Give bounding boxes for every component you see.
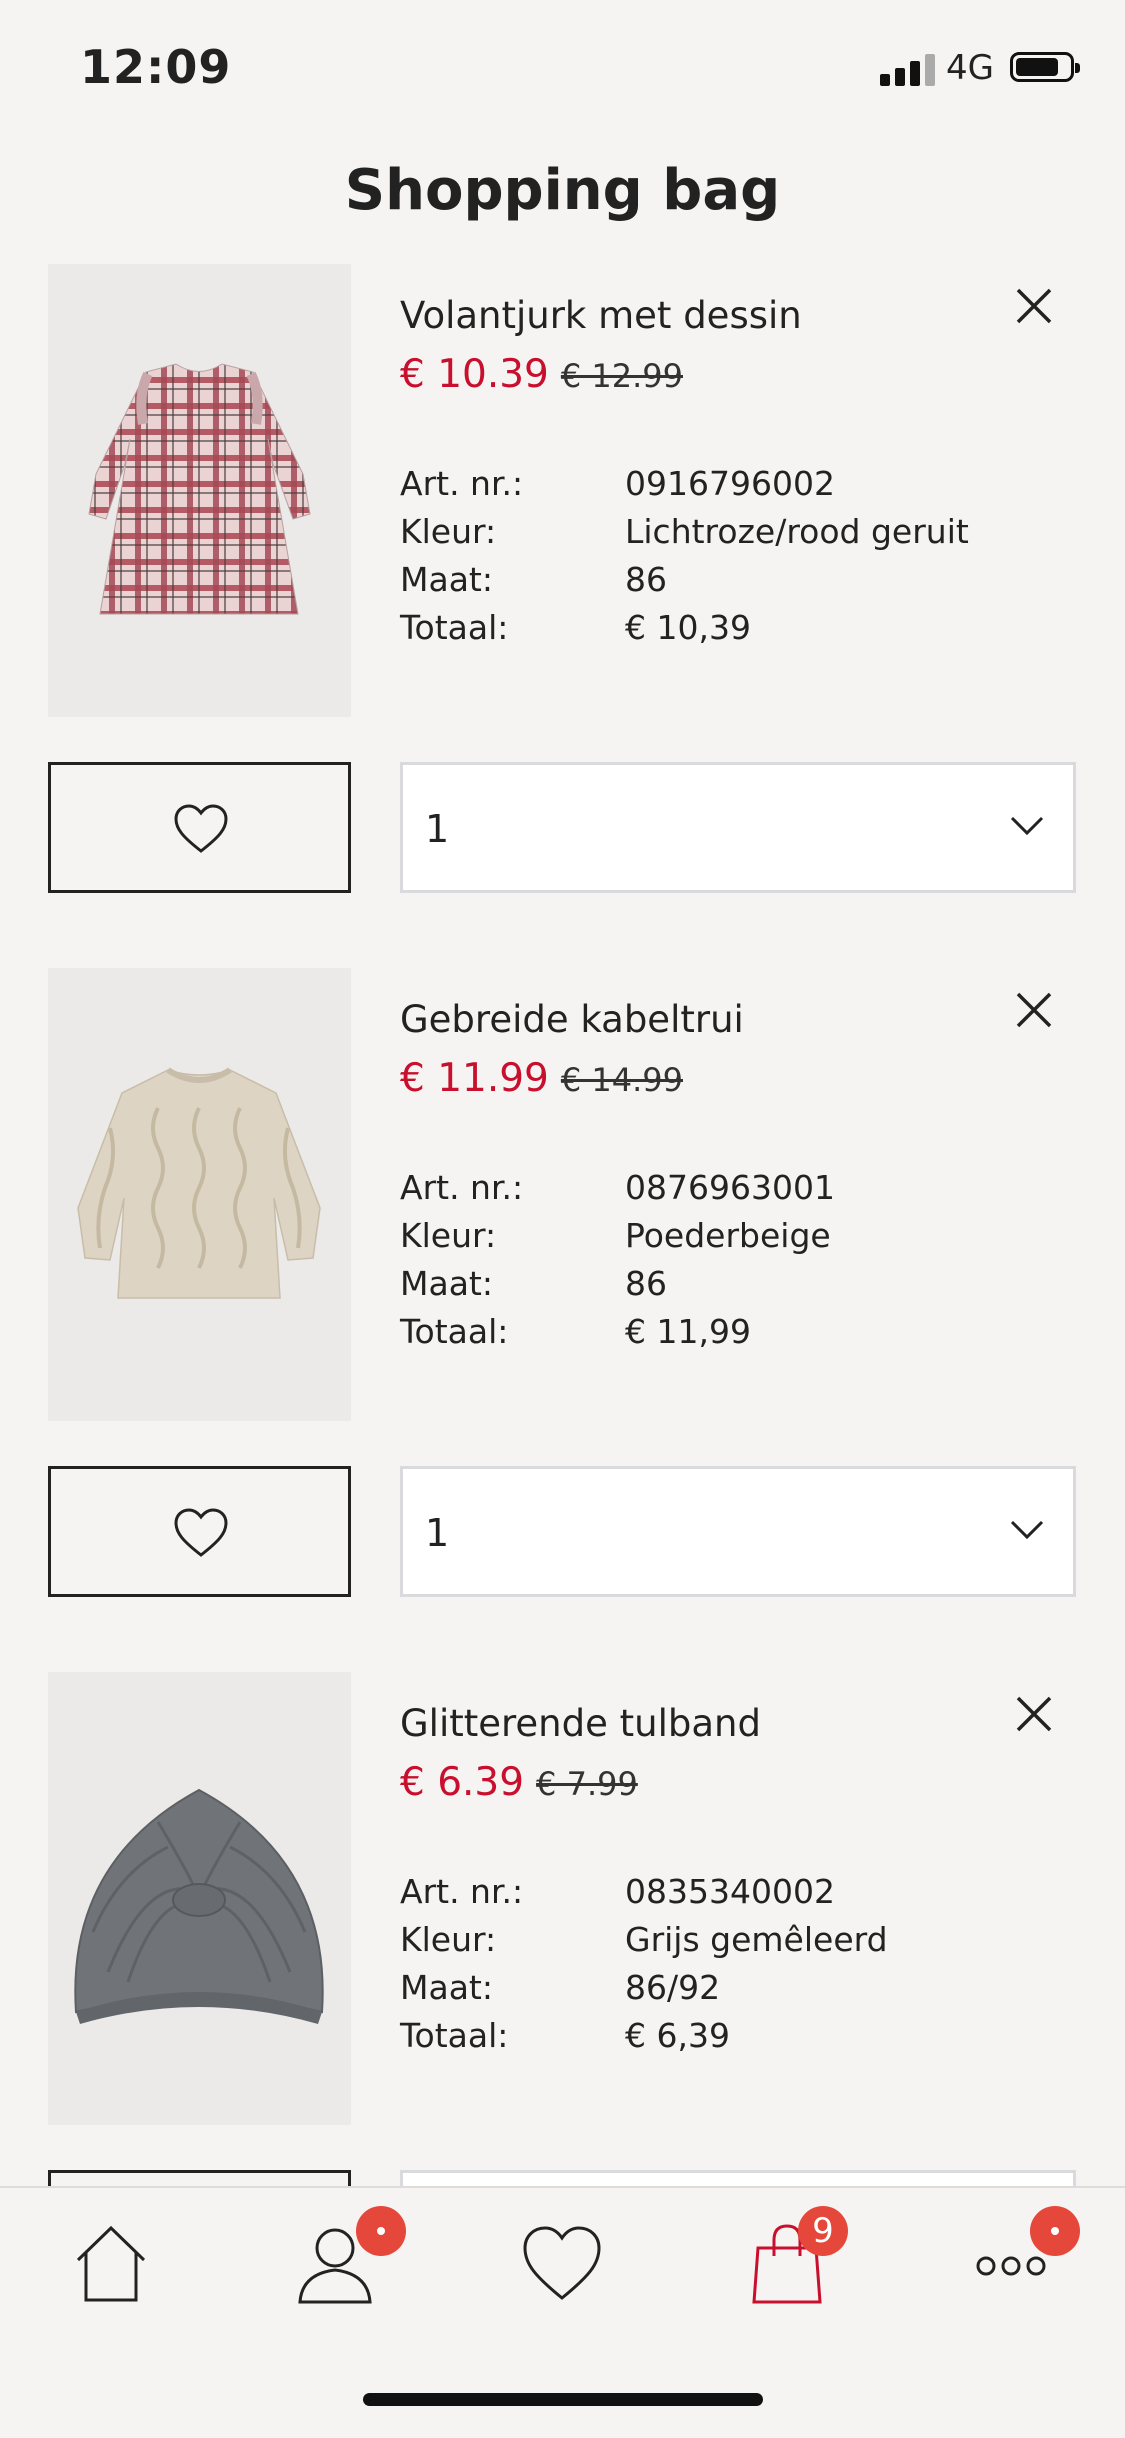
item-details: Art. nr.: 0876963001 Kleur: Poederbeige Ma… bbox=[400, 1164, 835, 1356]
item-name[interactable]: Volantjurk met dessin bbox=[400, 294, 802, 337]
network-type: 4G bbox=[946, 48, 994, 88]
art-nr-label: Art. nr.: bbox=[400, 1872, 524, 1911]
item-name[interactable]: Glitterende tulband bbox=[400, 1702, 761, 1745]
page-title: Shopping bag bbox=[344, 158, 781, 223]
more-badge bbox=[1030, 2206, 1080, 2256]
quantity-select[interactable]: 1 bbox=[400, 762, 1076, 893]
remove-item-button[interactable] bbox=[1010, 1690, 1058, 1738]
size-value: 86/92 bbox=[625, 1968, 721, 2007]
color-value: Grijs gemêleerd bbox=[625, 1920, 888, 1959]
size-label: Maat: bbox=[400, 1968, 493, 2007]
tab-account[interactable] bbox=[290, 2206, 406, 2308]
remove-item-button[interactable] bbox=[1010, 282, 1058, 330]
color-label: Kleur: bbox=[400, 512, 497, 551]
heart-icon bbox=[174, 1508, 228, 1557]
art-nr-value: 0835340002 bbox=[625, 1872, 835, 1911]
original-price: € 12.99 bbox=[560, 357, 683, 395]
heart-icon bbox=[174, 804, 228, 853]
status-time: 12:09 bbox=[80, 40, 232, 94]
tab-favourites[interactable] bbox=[517, 2218, 607, 2308]
item-name[interactable]: Gebreide kabeltrui bbox=[400, 998, 744, 1041]
remove-item-button[interactable] bbox=[1010, 986, 1058, 1034]
close-icon bbox=[1016, 992, 1052, 1028]
add-to-favourites-button[interactable] bbox=[48, 762, 351, 893]
status-bar: 12:09 4G bbox=[0, 0, 1125, 130]
art-nr-value: 0916796002 bbox=[625, 464, 835, 503]
tab-home[interactable] bbox=[66, 2218, 156, 2308]
original-price: € 14.99 bbox=[560, 1061, 683, 1099]
close-icon bbox=[1016, 288, 1052, 324]
add-to-favourites-button[interactable] bbox=[48, 1466, 351, 1597]
color-value: Lichtroze/rood geruit bbox=[625, 512, 969, 551]
size-label: Maat: bbox=[400, 1264, 493, 1303]
sale-price: € 6.39 bbox=[400, 1760, 525, 1805]
item-details: Art. nr.: 0835340002 Kleur: Grijs gemêleer… bbox=[400, 1868, 888, 2060]
chevron-down-icon bbox=[1010, 1520, 1044, 1540]
art-nr-label: Art. nr.: bbox=[400, 1168, 524, 1207]
quantity-value: 1 bbox=[425, 807, 450, 851]
signal-icon bbox=[880, 54, 936, 86]
size-value: 86 bbox=[625, 560, 667, 599]
total-value: € 11,99 bbox=[625, 1312, 751, 1351]
bag-count-badge: 9 bbox=[798, 2206, 848, 2256]
original-price: € 7.99 bbox=[536, 1765, 638, 1803]
art-nr-value: 0876963001 bbox=[625, 1168, 835, 1207]
size-label: Maat: bbox=[400, 560, 493, 599]
color-value: Poederbeige bbox=[625, 1216, 831, 1255]
quantity-select[interactable]: 1 bbox=[400, 1466, 1076, 1597]
size-value: 86 bbox=[625, 1264, 667, 1303]
sale-price: € 11.99 bbox=[400, 1056, 549, 1101]
knit-turban-image[interactable] bbox=[48, 1672, 351, 2125]
total-value: € 6,39 bbox=[625, 2016, 730, 2055]
item-prices: € 11.99 € 14.99 bbox=[400, 1056, 683, 1101]
tab-shopping-bag[interactable]: 9 bbox=[742, 2206, 848, 2308]
battery-icon bbox=[1010, 52, 1080, 82]
close-icon bbox=[1016, 1696, 1052, 1732]
color-label: Kleur: bbox=[400, 1920, 497, 1959]
quantity-value: 1 bbox=[425, 1511, 450, 1555]
home-icon bbox=[76, 2225, 146, 2302]
home-indicator[interactable] bbox=[363, 2393, 763, 2406]
color-label: Kleur: bbox=[400, 1216, 497, 1255]
account-badge bbox=[356, 2206, 406, 2256]
cable-knit-sweater-image[interactable] bbox=[48, 968, 351, 1421]
total-label: Totaal: bbox=[400, 1312, 509, 1351]
favourites-icon bbox=[523, 2226, 601, 2300]
item-details: Art. nr.: 0916796002 Kleur: Lichtroze/rood… bbox=[400, 460, 969, 652]
sale-price: € 10.39 bbox=[400, 352, 549, 397]
item-prices: € 10.39 € 12.99 bbox=[400, 352, 683, 397]
chevron-down-icon bbox=[1010, 816, 1044, 836]
total-value: € 10,39 bbox=[625, 608, 751, 647]
art-nr-label: Art. nr.: bbox=[400, 464, 524, 503]
total-label: Totaal: bbox=[400, 2016, 509, 2055]
total-label: Totaal: bbox=[400, 608, 509, 647]
plaid-dress-image[interactable] bbox=[48, 264, 351, 717]
bag-item: Gebreide kabeltrui € 11.99 € 14.99 Art. n… bbox=[0, 968, 1125, 1672]
tab-more[interactable] bbox=[966, 2206, 1080, 2308]
bag-item: Volantjurk met dessin € 10.39 € 12.99 Art… bbox=[0, 264, 1125, 968]
item-prices: € 6.39 € 7.99 bbox=[400, 1760, 638, 1805]
